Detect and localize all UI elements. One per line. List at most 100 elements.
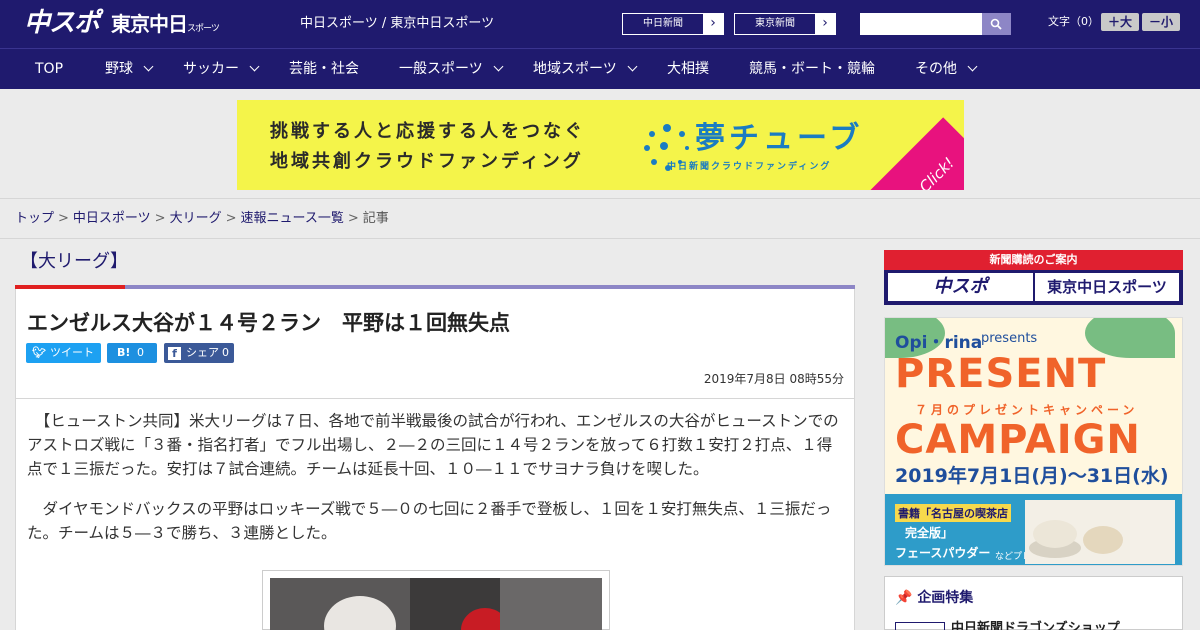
breadcrumb: トップ > 中日スポーツ > 大リーグ > 速報ニュース一覧 > 記事: [15, 210, 389, 228]
tokyo-chunichi-logo[interactable]: 東京中日スポーツ: [111, 11, 220, 42]
nav-item-label: 地域スポーツ: [533, 61, 617, 77]
campaign-book-label-2: 完全版」: [905, 526, 954, 540]
nav-item-label: 野球: [105, 61, 133, 77]
breadcrumb-current: 記事: [362, 211, 389, 226]
facebook-share-button[interactable]: f シェア 0: [164, 343, 234, 363]
breadcrumb-top[interactable]: トップ: [15, 211, 54, 226]
tweet-button[interactable]: 🐦︎ ツイート: [26, 343, 101, 363]
nav-item-local-sports[interactable]: 地域スポーツ: [533, 49, 638, 90]
nav-item-entertainment[interactable]: 芸能・社会: [289, 49, 359, 90]
banner-brand: 夢チューブ: [695, 121, 864, 156]
campaign-powder-label: フェースパウダー: [895, 546, 991, 560]
nav-item-label: 一般スポーツ: [399, 61, 483, 77]
article-photo[interactable]: [270, 578, 602, 630]
chevron-down-icon: [249, 61, 260, 72]
nav-item-top[interactable]: TOP: [35, 49, 63, 90]
nav-item-soccer[interactable]: サッカー: [183, 49, 260, 90]
font-decrease-button[interactable]: －小: [1142, 13, 1180, 31]
campaign-book-label: 書籍「名古屋の喫茶店: [895, 504, 1011, 522]
article-divider: [16, 398, 854, 399]
search-input[interactable]: [860, 13, 982, 35]
paragraph-text: 【ヒューストン共同】米大リーグは７日、各地で前半戦最後の試合が行われ、エンゼルス…: [27, 412, 839, 478]
nav-item-label: サッカー: [183, 61, 239, 77]
banner-area: 挑戦する人と応援する人をつなぐ 地域共創クラウドファンディング 夢チューブ 中日…: [0, 89, 1200, 199]
banner-line-1: 挑戦する人と応援する人をつなぐ: [270, 121, 585, 142]
banner-brand-sub: 中日新聞クラウドファンディング: [667, 162, 832, 172]
tokyo-shimbun-label: 東京新聞: [735, 14, 815, 34]
paragraph-text: ダイヤモンドバックスの平野はロッキーズ戦で５―０の七回に２番手で登板し、１回を１…: [27, 500, 832, 542]
subscribe-tokyo-link[interactable]: 東京中日スポーツ: [1035, 273, 1179, 301]
tokyo-shimbun-link[interactable]: 東京新聞 ›: [734, 13, 836, 35]
article-date: 2019年7月8日 08時55分: [703, 372, 844, 386]
breadcrumb-separator: >: [347, 211, 359, 226]
product-image: [1025, 500, 1175, 564]
hatena-count: 0: [137, 346, 144, 359]
special-features-title: 📌 企画特集: [895, 589, 973, 607]
article-paragraph: ダイヤモンドバックスの平野はロッキーズ戦で５―０の七回に２番手で登板し、１回を１…: [27, 497, 845, 545]
hatena-icon: B!: [117, 346, 131, 359]
click-ribbon: [865, 117, 964, 190]
dragons-shop-link[interactable]: 中日新聞ドラゴンズショップ: [951, 621, 1120, 630]
chevron-down-icon: [627, 61, 638, 72]
facebook-share-label: シェア: [186, 346, 219, 359]
nav-item-label: その他: [915, 61, 957, 77]
search-button[interactable]: [982, 13, 1011, 35]
nav-item-baseball[interactable]: 野球: [105, 49, 154, 90]
category-label: 【大リーグ】: [20, 251, 128, 272]
chunichi-shimbun-label: 中日新聞: [623, 14, 703, 34]
nav-item-sumo[interactable]: 大相撲: [667, 49, 709, 90]
product-illustration: [1029, 500, 1175, 564]
nav-item-label: 芸能・社会: [289, 61, 359, 77]
tokyo-logo-small: スポーツ: [187, 24, 220, 34]
nav-item-label: 大相撲: [667, 61, 709, 77]
subscription-box[interactable]: 新聞購読のご案内 中スポ 東京中日スポーツ: [884, 250, 1183, 305]
article-headline: エンゼルス大谷が１４号２ラン 平野は１回無失点: [27, 311, 510, 335]
subscription-heading: 新聞購読のご案内: [884, 250, 1183, 270]
chevron-right-icon: ›: [710, 15, 716, 31]
chevron-down-icon: [493, 61, 504, 72]
breadcrumb-chunichi-sports[interactable]: 中日スポーツ: [73, 211, 151, 226]
chevron-down-icon: [143, 61, 154, 72]
nav-item-other[interactable]: その他: [915, 49, 978, 90]
photo-image: [270, 578, 602, 630]
breadcrumb-news-list[interactable]: 速報ニュース一覧: [241, 211, 344, 226]
chevron-right-icon: ›: [822, 15, 828, 31]
font-size-label: 文字（0）: [1048, 15, 1099, 28]
chevron-down-icon: [967, 61, 978, 72]
nav-item-racing[interactable]: 競馬・ボート・競輪: [749, 49, 875, 90]
twitter-icon: 🐦︎: [32, 346, 46, 359]
breadcrumb-mlb[interactable]: 大リーグ: [170, 211, 222, 226]
campaign-dates: 2019年7月1日(月)〜31日(水): [895, 465, 1169, 487]
breadcrumb-separator: >: [154, 211, 166, 226]
tokyo-logo-text: 東京中日: [111, 12, 188, 36]
nav-item-general-sports[interactable]: 一般スポーツ: [399, 49, 504, 90]
breadcrumb-separator: >: [225, 211, 237, 226]
main-nav: TOP 野球 サッカー 芸能・社会 一般スポーツ 地域スポーツ 大相撲 競馬・ボ…: [0, 48, 1200, 89]
special-features-label: 企画特集: [917, 590, 974, 606]
article-paragraph: 【ヒューストン共同】米大リーグは７日、各地で前半戦最後の試合が行われ、エンゼルス…: [27, 409, 845, 481]
crowdfunding-banner[interactable]: 挑戦する人と応援する人をつなぐ 地域共創クラウドファンディング 夢チューブ 中日…: [237, 100, 964, 190]
nav-item-label: TOP: [35, 61, 64, 77]
hatena-bookmark-button[interactable]: B! 0: [107, 343, 157, 363]
dragons-shop-thumb[interactable]: [895, 622, 945, 630]
site-names: 中日スポーツ / 東京中日スポーツ: [300, 16, 495, 31]
campaign-subtitle: ７月のプレゼントキャンペーン: [915, 403, 1139, 417]
article-photo-frame: [262, 570, 610, 630]
chuspo-logo[interactable]: 中スポ: [24, 8, 100, 38]
campaign-brand: Opi・rina: [895, 333, 983, 353]
special-features-box: 📌 企画特集 中日新聞ドラゴンズショップ: [884, 576, 1183, 630]
campaign-presents: presents: [981, 331, 1038, 346]
present-campaign-ad[interactable]: Opi・rina presents PRESENT ７月のプレゼントキャンペーン…: [884, 317, 1183, 566]
pin-icon: 📌: [895, 590, 913, 606]
chunichi-shimbun-link[interactable]: 中日新聞 ›: [622, 13, 724, 35]
facebook-share-count: 0: [222, 346, 229, 359]
campaign-present-title: PRESENT: [895, 351, 1107, 397]
subscribe-chuspo-link[interactable]: 中スポ: [888, 273, 1033, 301]
font-increase-button[interactable]: ＋大: [1101, 13, 1139, 31]
breadcrumb-separator: >: [58, 211, 69, 226]
nav-item-label: 競馬・ボート・競輪: [749, 61, 875, 77]
article-body: エンゼルス大谷が１４号２ラン 平野は１回無失点 🐦︎ ツイート B! 0 f シ…: [15, 289, 855, 630]
facebook-icon: f: [168, 347, 181, 360]
banner-line-2: 地域共創クラウドファンディング: [270, 151, 584, 172]
breadcrumb-divider: [0, 238, 1200, 239]
